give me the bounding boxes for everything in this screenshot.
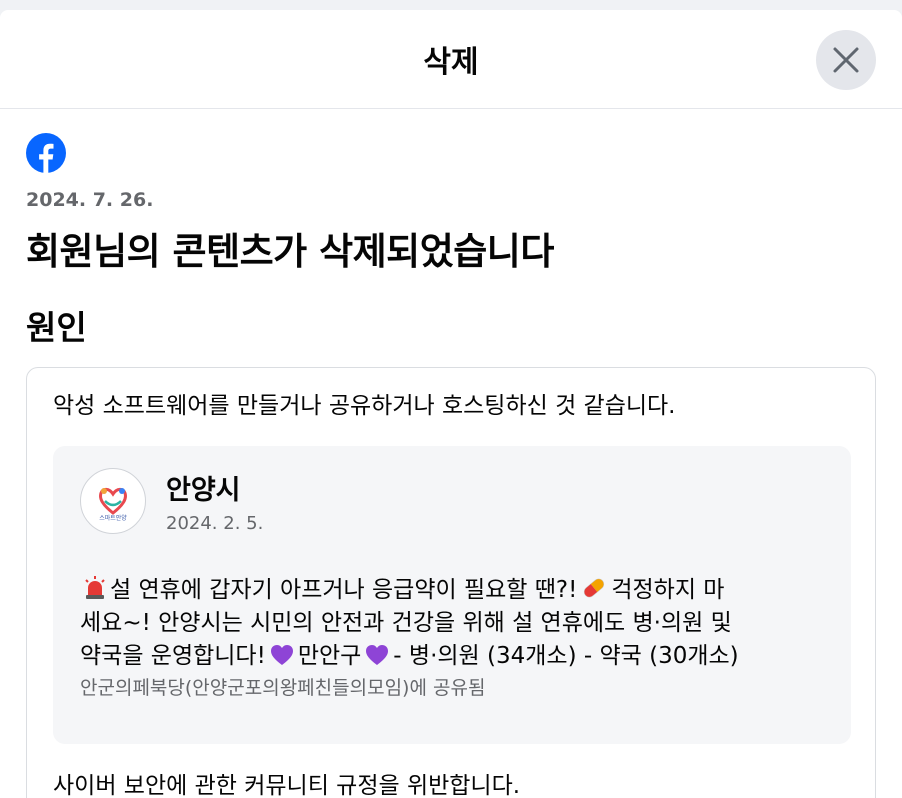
shared-in-group[interactable]: 안군의페북당(안양군포의왕페친들의모임)에 공유됨 [80, 673, 824, 700]
notice-date: 2024. 7. 26. [26, 189, 154, 211]
close-icon [833, 47, 859, 73]
post-text-line1-a: 설 연휴에 갑자기 아프거나 응급약이 필요할 땐?! [110, 577, 578, 603]
reason-text: 악성 소프트웨어를 만들거나 공유하거나 호스팅하신 것 같습니다. [53, 393, 676, 419]
post-text-line3-b: 만안구 [297, 643, 362, 669]
avatar-label: 스마트안양 [99, 514, 127, 522]
dialog-content: 2024. 7. 26. 회원님의 콘텐츠가 삭제되었습니다 원인 악성 소프트… [0, 133, 902, 798]
reason-box: 악성 소프트웨어를 만들거나 공유하거나 호스팅하신 것 같습니다. 스마트안양 [26, 367, 876, 798]
post-text-line3: 약국을 운영합니다! 만안구 - 병·의원 (34개소) - 약국 (30개소) [80, 640, 825, 673]
pill-emoji-icon [584, 578, 605, 598]
removed-post-card[interactable]: 스마트안양 안양시 2024. 2. 5. 설 연휴에 갑자기 아프거나 응급약… [53, 446, 851, 744]
facebook-logo-icon [26, 133, 66, 173]
anyang-city-logo-icon: 스마트안양 [99, 487, 127, 522]
purple-heart-emoji-icon [270, 645, 293, 665]
dialog-header: 삭제 [0, 10, 902, 109]
notice-title: 회원님의 콘텐츠가 삭제되었습니다 [26, 230, 554, 273]
post-text-line3-c: - 병·의원 (34개소) - 약국 (30개소) [393, 643, 739, 669]
post-text-line3-a: 약국을 운영합니다! [80, 643, 266, 669]
siren-emoji-icon [85, 576, 105, 599]
post-author[interactable]: 안양시 [166, 468, 263, 507]
close-button[interactable] [816, 30, 876, 90]
policy-text: 사이버 보안에 관한 커뮤니티 규정을 위반합니다. [53, 773, 521, 798]
avatar: 스마트안양 [80, 468, 146, 534]
post-text-line2: 세요~! 안양시는 시민의 안전과 건강을 위해 설 연휴에도 병·의원 및 [80, 610, 732, 636]
dialog-title: 삭제 [423, 45, 479, 80]
deletion-dialog: 삭제 2024. 7. 26. 회원님의 콘텐츠가 삭제되었습니다 원인 악성 … [0, 10, 902, 798]
post-header: 스마트안양 안양시 2024. 2. 5. [80, 468, 824, 534]
post-text-line1-b: 걱정하지 마 [611, 577, 725, 603]
purple-heart-emoji-icon [366, 645, 389, 665]
post-meta: 안양시 2024. 2. 5. [166, 468, 263, 534]
reason-section-title: 원인 [26, 308, 87, 347]
post-body: 설 연휴에 갑자기 아프거나 응급약이 필요할 땐?! 걱정하지 마 세요~! … [80, 574, 825, 673]
post-date[interactable]: 2024. 2. 5. [166, 513, 263, 534]
